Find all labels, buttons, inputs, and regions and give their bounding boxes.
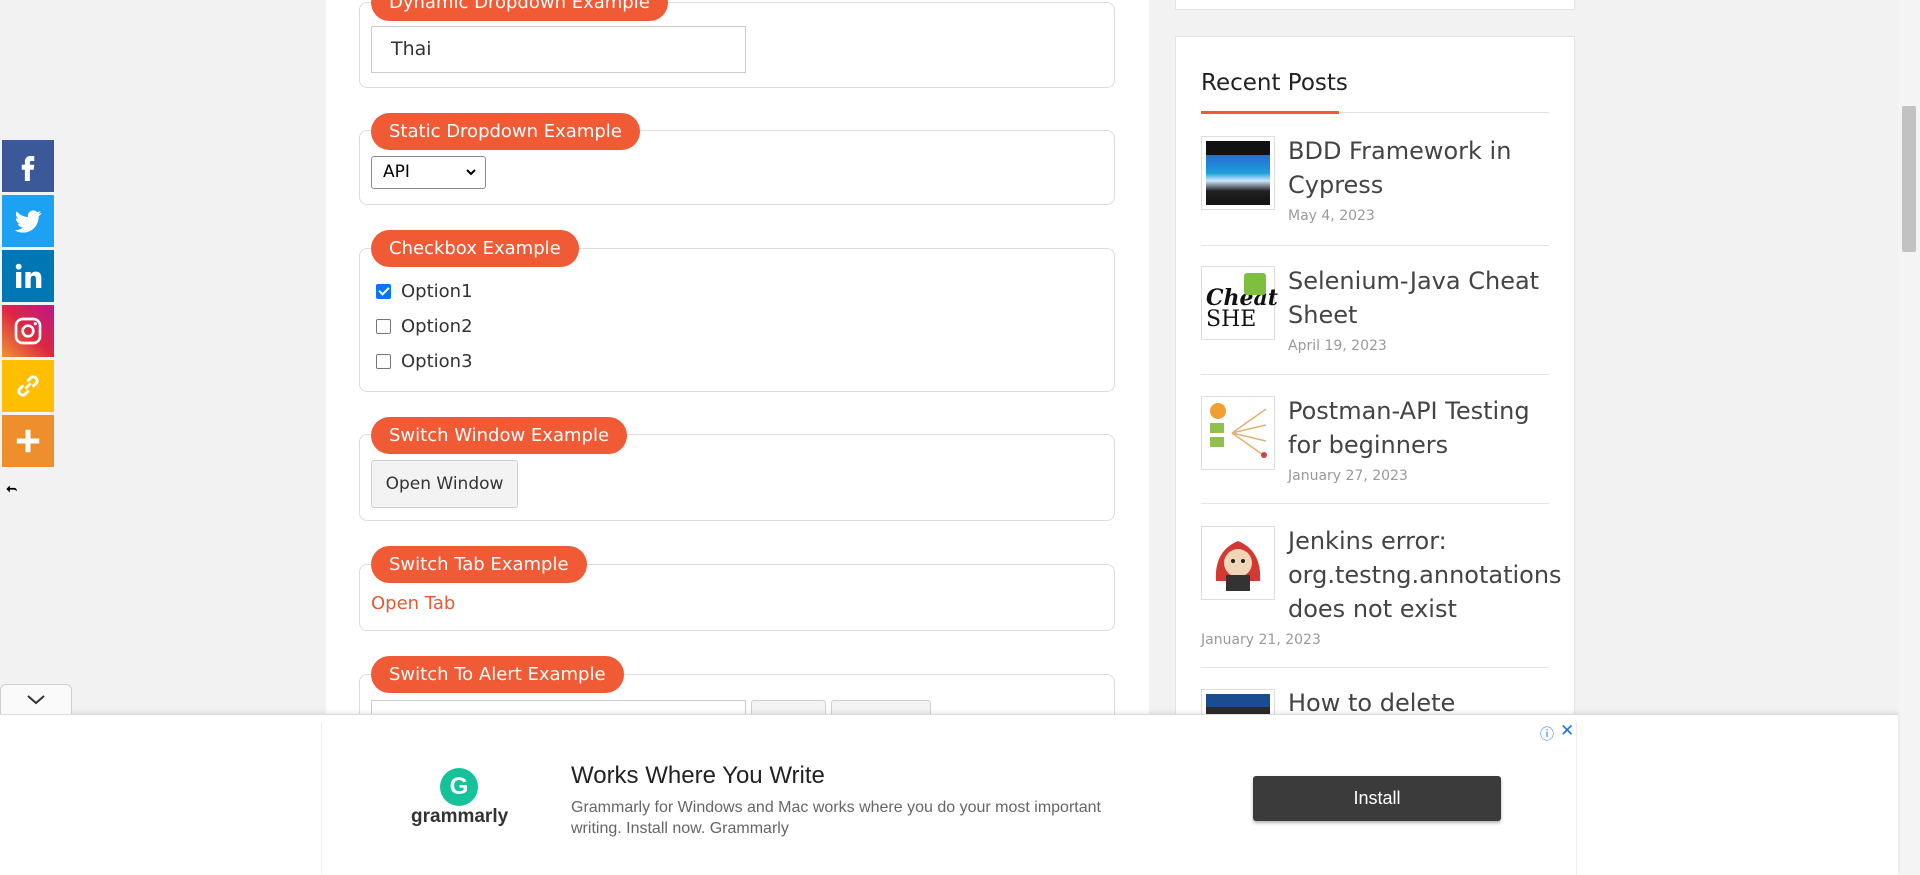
- chevron-down-icon: [27, 694, 45, 704]
- static-dropdown-legend: Static Dropdown Example: [371, 113, 640, 150]
- open-tab-link[interactable]: Open Tab: [371, 593, 455, 614]
- ad-close-icon[interactable]: ✕: [1560, 721, 1574, 741]
- postman-illustration: [1206, 401, 1270, 465]
- ad-info-icon[interactable]: ⓘ: [1540, 724, 1554, 744]
- checkbox-option2-row[interactable]: Option2: [376, 314, 473, 338]
- ad-install-button[interactable]: Install: [1253, 776, 1501, 821]
- more-share-button[interactable]: [2, 415, 54, 467]
- chevron-down-icon: [465, 157, 477, 200]
- post-separator: [1201, 503, 1549, 504]
- instagram-icon: [14, 317, 42, 345]
- checkbox-option2-label: Option2: [401, 315, 473, 337]
- post-thumbnail-jenkins[interactable]: [1201, 526, 1275, 600]
- ad-brand-name: grammarly: [411, 806, 509, 827]
- checkbox-option2[interactable]: [376, 318, 391, 334]
- post-title-selenium[interactable]: Selenium-Java Cheat Sheet: [1288, 264, 1556, 332]
- switch-alert-legend: Switch To Alert Example: [371, 656, 624, 693]
- ad-collapse-toggle[interactable]: [0, 684, 72, 714]
- more-icon: [16, 429, 40, 453]
- linkedin-share-button[interactable]: [2, 250, 54, 302]
- open-window-button[interactable]: Open Window: [371, 460, 518, 508]
- checkbox-option1[interactable]: [376, 283, 391, 299]
- static-dropdown-select[interactable]: API: [371, 156, 486, 189]
- checkbox-option3[interactable]: [376, 353, 391, 369]
- checkbox-legend: Checkbox Example: [371, 230, 579, 267]
- post-thumbnail-postman[interactable]: [1201, 396, 1275, 470]
- checkbox-option3-row[interactable]: Option3: [376, 349, 473, 373]
- post-thumbnail-bdd[interactable]: [1201, 136, 1275, 210]
- dynamic-dropdown-legend: Dynamic Dropdown Example: [371, 0, 668, 21]
- post-separator: [1201, 245, 1549, 246]
- instagram-share-button[interactable]: [2, 305, 54, 357]
- checkbox-option3-label: Option3: [401, 350, 473, 372]
- checkbox-option1-row[interactable]: Option1: [376, 279, 473, 303]
- facebook-icon: [21, 156, 35, 181]
- post-date-jenkins: January 21, 2023: [1201, 632, 1321, 648]
- linkedin-icon: [15, 263, 42, 288]
- facebook-share-button[interactable]: [2, 140, 54, 192]
- post-title-jenkins[interactable]: Jenkins error: org.testng.annotations do…: [1288, 524, 1562, 626]
- post-date-postman: January 27, 2023: [1288, 468, 1408, 484]
- copy-link-icon: [17, 375, 39, 397]
- static-dropdown-value: API: [383, 162, 410, 182]
- switch-tab-legend: Switch Tab Example: [371, 546, 587, 583]
- recent-posts-title: Recent Posts: [1201, 70, 1348, 96]
- post-date-bdd: May 4, 2023: [1288, 208, 1375, 224]
- twitter-share-button[interactable]: [2, 195, 54, 247]
- ad-headline[interactable]: Works Where You Write: [571, 762, 825, 790]
- post-title-bdd[interactable]: BDD Framework in Cypress: [1288, 134, 1556, 202]
- post-date-selenium: April 19, 2023: [1288, 338, 1387, 354]
- twitter-icon: [14, 210, 42, 233]
- sidebar-top-widget: [1175, 0, 1575, 10]
- checkbox-option1-label: Option1: [401, 280, 473, 302]
- grammarly-logo-icon: G: [440, 768, 478, 806]
- post-separator: [1201, 667, 1549, 668]
- recent-posts-accent: [1201, 111, 1339, 114]
- autocomplete-input[interactable]: Thai: [371, 26, 746, 73]
- scrollbar-thumb[interactable]: [1902, 106, 1916, 252]
- switch-window-legend: Switch Window Example: [371, 417, 628, 454]
- post-title-postman[interactable]: Postman-API Testing for beginners: [1288, 394, 1556, 462]
- post-thumbnail-selenium[interactable]: Cheat SHE: [1201, 266, 1278, 340]
- copy-link-share-button[interactable]: [2, 360, 54, 412]
- hide-share-icon[interactable]: [4, 482, 18, 500]
- ad-body-text: Grammarly for Windows and Mac works wher…: [571, 799, 1101, 837]
- post-separator: [1201, 374, 1549, 375]
- jenkins-illustration: [1206, 531, 1270, 595]
